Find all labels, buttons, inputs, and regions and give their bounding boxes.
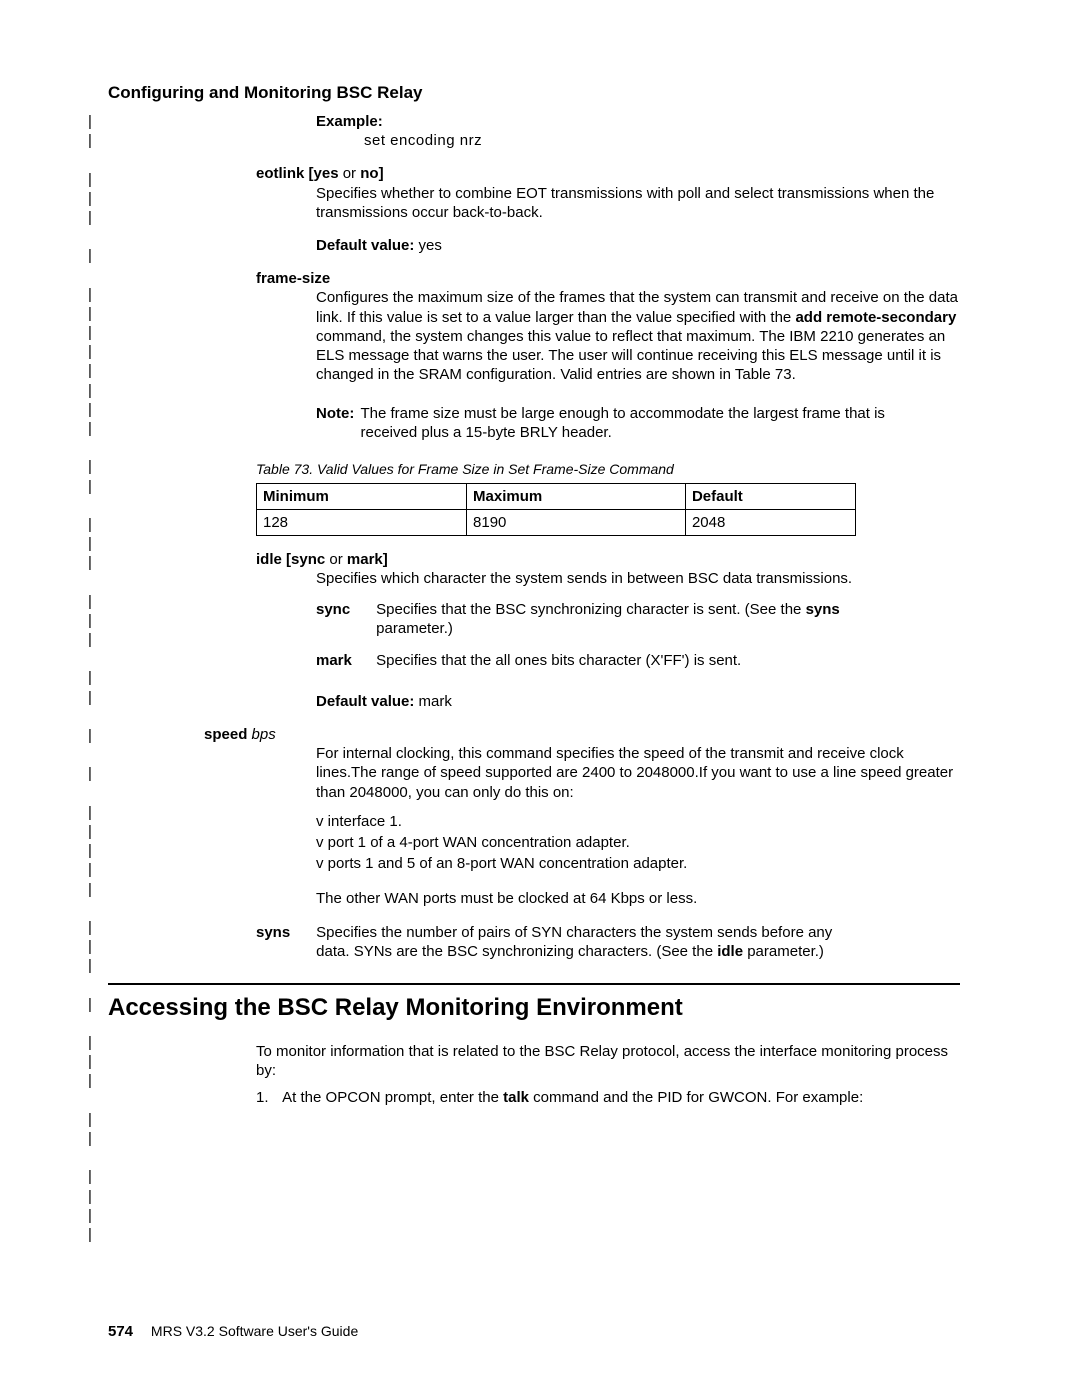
sync-body-pre: Specifies that the BSC synchronizing cha… [376,601,805,618]
speed-tail: The other WAN ports must be clocked at 6… [316,889,960,908]
sync-term: sync [316,600,372,619]
bullet-1: interface 1. [316,812,960,831]
term-eotlink: eotlink [yes or no] [256,164,960,183]
step-1: 1. At the OPCON prompt, enter the talk c… [256,1088,960,1107]
syns-term: syns [256,923,312,942]
idle-default-value: mark [414,693,452,710]
bullet-2: port 1 of a 4-port WAN concentration ada… [316,833,960,852]
syns-post: parameter.) [743,943,824,960]
mark-term: mark [316,651,372,670]
section-rule [108,983,960,985]
speed-term: speed [204,726,247,743]
page-number: 574 [108,1323,133,1340]
footer-title: MRS V3.2 Software User's Guide [151,1323,358,1339]
mark-body: Specifies that the all ones bits charact… [376,651,896,670]
eotlink-or: or [339,165,361,182]
body: Example: set encoding nrz eotlink [yes o… [108,112,960,1122]
idle-mark-def: mark Specifies that the all ones bits ch… [316,651,960,670]
th-min: Minimum [257,483,467,509]
td-min: 128 [257,509,467,535]
th-max: Maximum [467,483,686,509]
idle-mark: mark [347,551,383,568]
eotlink-default-value: yes [414,237,442,254]
example-label: Example: [316,112,960,131]
bullet-3: ports 1 and 5 of an 8-port WAN concentra… [316,854,960,873]
revision-bar-column: || ||| | |||||||| || ||| ||| || | | ||||… [85,112,95,1244]
eotlink-label-pre: eotlink [ [256,165,314,182]
eotlink-default-label: Default value: [316,237,414,254]
note-label: Note: [316,405,354,422]
framesize-note: Note: The frame size must be large enoug… [316,404,960,442]
sync-body-bold: syns [806,601,840,618]
framesize-desc: Configures the maximum size of the frame… [316,288,960,384]
eotlink-no: no [360,165,378,182]
idle-sync-def: sync Specifies that the BSC synchronizin… [316,600,960,638]
term-framesize: frame-size [256,269,960,288]
running-head: Configuring and Monitoring BSC Relay [108,82,422,104]
speed-desc: For internal clocking, this command spec… [316,744,960,802]
sync-body-post: parameter.) [376,620,453,637]
idle-desc: Specifies which character the system sen… [316,569,960,588]
idle-pre: idle [ [256,551,291,568]
section-heading: Accessing the BSC Relay Monitoring Envir… [108,993,960,1024]
table-caption: Table 73. Valid Values for Frame Size in… [256,461,960,479]
eotlink-desc: Specifies whether to combine EOT transmi… [316,184,960,222]
term-speed: speed bps [204,725,960,744]
step1-post: command and the PID for GWCON. For examp… [529,1089,863,1106]
step1-bold: talk [503,1089,529,1106]
eotlink-yes: yes [314,165,339,182]
syns-bold: idle [717,943,743,960]
term-syns: syns Specifies the number of pairs of SY… [256,923,960,961]
framesize-table: Minimum Maximum Default 128 8190 2048 [256,483,856,536]
footer: 574 MRS V3.2 Software User's Guide [108,1322,358,1341]
framesize-cmd: add remote-secondary [795,309,956,326]
idle-suf: ] [383,551,388,568]
td-def: 2048 [685,509,855,535]
td-max: 8190 [467,509,686,535]
term-idle: idle [sync or mark] [256,550,960,569]
step1-pre: At the OPCON prompt, enter the [282,1089,503,1106]
eotlink-label-suf: ] [379,165,384,182]
idle-default-label: Default value: [316,693,414,710]
th-def: Default [685,483,855,509]
example-text: set encoding nrz [364,131,960,150]
note-body: The frame size must be large enough to a… [361,404,896,442]
idle-sync: sync [291,551,325,568]
framesize-desc-post: command, the system changes this value t… [316,328,945,383]
speed-bullets: interface 1. port 1 of a 4-port WAN conc… [316,812,960,874]
monitor-intro: To monitor information that is related t… [256,1042,960,1080]
idle-or: or [325,551,347,568]
speed-arg: bps [247,726,275,743]
